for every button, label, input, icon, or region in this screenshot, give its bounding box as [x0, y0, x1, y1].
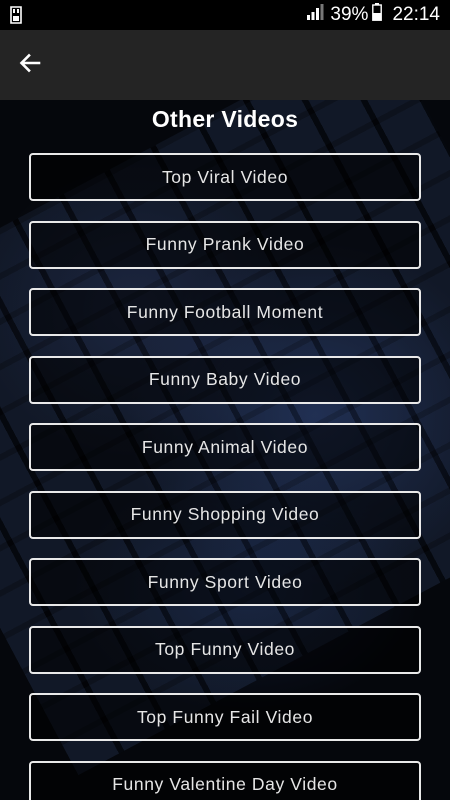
video-button-top-funny[interactable]: Top Funny Video — [29, 625, 421, 674]
video-button-funny-football[interactable]: Funny Football Moment — [29, 288, 421, 336]
signal-icon — [306, 4, 324, 26]
usb-storage-icon — [9, 6, 23, 24]
video-button-funny-animal[interactable]: Funny Animal Video — [29, 423, 421, 471]
battery-percent: 39% — [330, 4, 369, 25]
clock: 22:14 — [392, 4, 440, 25]
video-button-funny-sport[interactable]: Funny Sport Video — [29, 558, 421, 606]
arrow-back-icon — [18, 51, 42, 80]
video-button-funny-baby[interactable]: Funny Baby Video — [29, 355, 421, 404]
video-button-funny-valentine[interactable]: Funny Valentine Day Video — [29, 760, 421, 800]
video-category-list: Top Viral Video Funny Prank Video Funny … — [29, 153, 421, 800]
video-button-top-viral[interactable]: Top Viral Video — [29, 153, 421, 201]
battery-icon — [372, 3, 383, 27]
video-button-top-funny-fail[interactable]: Top Funny Fail Video — [29, 693, 421, 741]
page-title: Other Videos — [151, 106, 299, 132]
toolbar — [0, 30, 450, 100]
screen: 39% 22:14 Other Videos Top Viral Video F… — [0, 0, 450, 800]
video-button-funny-shopping[interactable]: Funny Shopping Video — [29, 490, 421, 539]
status-bar: 39% 22:14 — [0, 0, 450, 30]
video-button-funny-prank[interactable]: Funny Prank Video — [29, 220, 421, 269]
back-button[interactable] — [10, 45, 50, 85]
status-indicators: 39% 22:14 — [306, 0, 440, 30]
content-area[interactable]: Other Videos Top Viral Video Funny Prank… — [0, 100, 450, 800]
